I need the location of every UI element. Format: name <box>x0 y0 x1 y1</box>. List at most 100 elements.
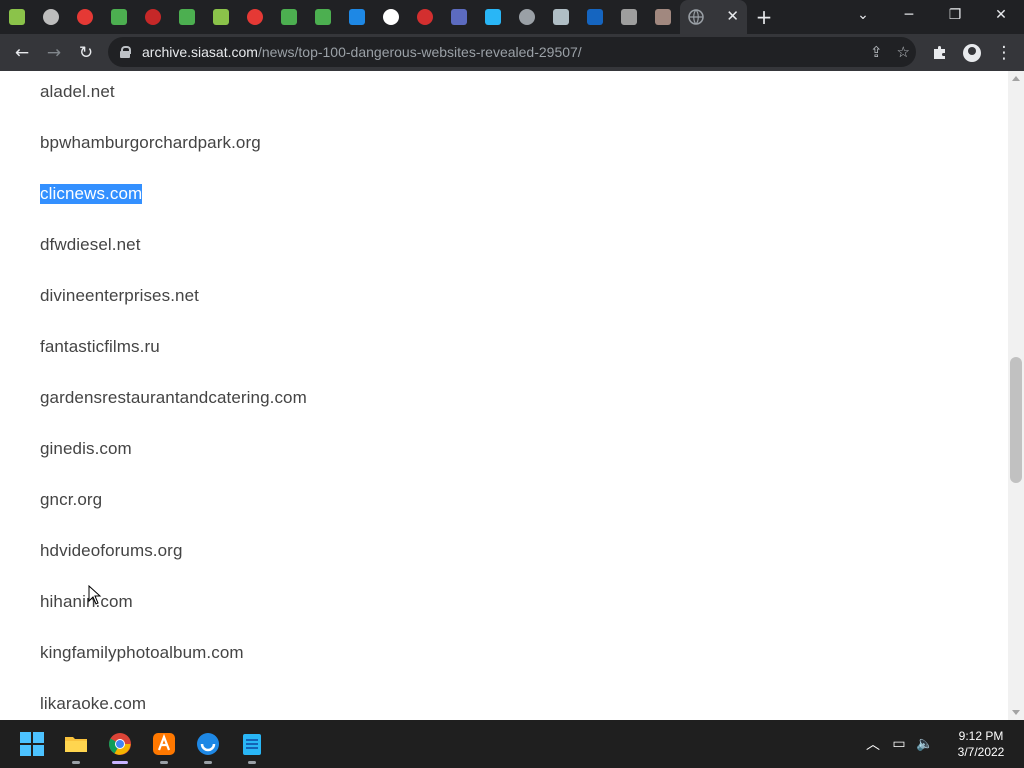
globe-icon <box>519 9 535 25</box>
download-icon <box>179 9 195 25</box>
system-tray: ︿ ▭ 🔈 9:12 PM 3/7/2022 <box>860 720 1024 768</box>
browser-tab[interactable] <box>578 0 612 34</box>
forward-button[interactable]: → <box>38 37 70 69</box>
windows-start-icon <box>20 732 44 756</box>
browser-tab[interactable] <box>510 0 544 34</box>
volume-icon[interactable]: 🔈 <box>912 736 938 752</box>
active-tab[interactable]: ✕ <box>680 0 747 34</box>
site-list-item: gardensrestaurantandcatering.com <box>40 388 307 407</box>
avast-icon <box>153 733 175 755</box>
taskbar-notepad[interactable] <box>230 720 274 768</box>
browser-tab[interactable] <box>544 0 578 34</box>
site-list-item: gncr.org <box>40 490 103 509</box>
browser-tab[interactable] <box>476 0 510 34</box>
green-book-icon <box>213 9 229 25</box>
extensions-puzzle-icon[interactable] <box>924 37 956 69</box>
site-list-item: clicnews.com <box>40 184 143 204</box>
running-indicator <box>160 761 168 764</box>
start-button[interactable] <box>10 720 54 768</box>
browser-tab[interactable] <box>204 0 238 34</box>
shield-emblem-icon <box>111 9 127 25</box>
back-button[interactable]: ← <box>6 37 38 69</box>
url-path: /news/top-100-dangerous-websites-reveale… <box>257 44 582 60</box>
site-list-item: hdvideoforums.org <box>40 541 183 560</box>
browser-toolbar: ← → ↻ archive.siasat.com /news/top-100-d… <box>0 34 1024 71</box>
window-controls: ⌄ ─ ❐ ✕ <box>840 0 1024 34</box>
browser-tab[interactable] <box>442 0 476 34</box>
download-icon <box>315 9 331 25</box>
pinwheel-icon <box>77 9 93 25</box>
minimize-button[interactable]: ─ <box>886 0 932 30</box>
running-indicator <box>248 761 256 764</box>
site-list-item: dfwdiesel.net <box>40 235 141 254</box>
share-icon[interactable]: ⇪ <box>870 43 883 61</box>
chef-icon <box>553 9 569 25</box>
close-tab-icon[interactable]: ✕ <box>726 9 739 25</box>
scroll-up-arrow-icon[interactable] <box>1012 76 1020 81</box>
clock[interactable]: 9:12 PM 3/7/2022 <box>938 728 1024 760</box>
red-circle-icon <box>145 9 161 25</box>
site-list-item: likaraoke.com <box>40 694 147 713</box>
browser-tab[interactable] <box>238 0 272 34</box>
running-indicator <box>112 761 128 764</box>
browser-tab[interactable] <box>0 0 34 34</box>
site-list-item: kingfamilyphotoalbum.com <box>40 643 244 662</box>
taskbar-chrome[interactable] <box>98 720 142 768</box>
site-list-item: divineenterprises.net <box>40 286 199 305</box>
scrollbar-thumb[interactable] <box>1010 357 1022 483</box>
google-icon <box>383 9 399 25</box>
mouse-cursor-icon <box>88 585 102 605</box>
taskbar: ︿ ▭ 🔈 9:12 PM 3/7/2022 <box>0 720 1024 768</box>
scroll-down-arrow-icon[interactable] <box>1012 710 1020 715</box>
blue-bag-icon <box>587 9 603 25</box>
clock-time: 9:12 PM <box>958 729 1004 743</box>
reload-button[interactable]: ↻ <box>70 37 102 69</box>
pinwheel-icon <box>247 9 263 25</box>
close-window-button[interactable]: ✕ <box>978 0 1024 30</box>
restore-button[interactable]: ❐ <box>932 0 978 30</box>
file-explorer-icon <box>65 737 87 752</box>
address-bar[interactable]: archive.siasat.com /news/top-100-dangero… <box>108 37 916 67</box>
browser-tab[interactable] <box>34 0 68 34</box>
browser-tab[interactable] <box>612 0 646 34</box>
taskbar-avast[interactable] <box>142 720 186 768</box>
browser-tab[interactable] <box>170 0 204 34</box>
browser-tab[interactable] <box>136 0 170 34</box>
page-content: aladel.net bpwhamburgorchardpark.org clicn… <box>0 71 1008 720</box>
grey-tile-icon <box>621 9 637 25</box>
url-host: archive.siasat.com <box>142 44 258 60</box>
tab-strip: ✕ + ⌄ ─ ❐ ✕ <box>0 0 1024 34</box>
site-list-item: hihanin.com <box>40 592 133 611</box>
browser-tab[interactable] <box>340 0 374 34</box>
bookmark-star-icon[interactable]: ☆ <box>897 43 910 61</box>
lock-icon[interactable] <box>120 46 131 58</box>
tab-search-icon[interactable]: ⌄ <box>840 0 886 30</box>
profile-avatar[interactable] <box>956 37 988 69</box>
notepad-icon <box>243 734 261 755</box>
browser-tab[interactable] <box>374 0 408 34</box>
blue-fish-icon <box>485 9 501 25</box>
site-list-item: bpwhamburgorchardpark.org <box>40 133 261 152</box>
taskbar-file-explorer[interactable] <box>54 720 98 768</box>
vertical-scrollbar[interactable] <box>1008 71 1024 720</box>
new-tab-button[interactable]: + <box>747 0 781 34</box>
edit-note-icon <box>451 9 467 25</box>
download-icon <box>281 9 297 25</box>
globe-face-icon <box>43 9 59 25</box>
taskbar-blue-app[interactable] <box>186 720 230 768</box>
browser-tab[interactable] <box>306 0 340 34</box>
browser-tab[interactable] <box>68 0 102 34</box>
globe-icon <box>688 9 704 25</box>
browser-tab[interactable] <box>408 0 442 34</box>
site-list-item: aladel.net <box>40 82 115 101</box>
show-hidden-icons-chevron-icon[interactable]: ︿ <box>860 734 886 754</box>
menu-kebab-icon[interactable]: ⋮ <box>988 37 1020 69</box>
browser-tab[interactable] <box>272 0 306 34</box>
browser-tab[interactable] <box>646 0 680 34</box>
clock-date: 3/7/2022 <box>957 745 1005 759</box>
network-icon[interactable]: ▭ <box>886 736 912 752</box>
browser-tab[interactable] <box>102 0 136 34</box>
steam-icon <box>349 9 365 25</box>
chrome-icon <box>109 733 131 755</box>
toolbar-right: ⋮ <box>924 34 1020 71</box>
